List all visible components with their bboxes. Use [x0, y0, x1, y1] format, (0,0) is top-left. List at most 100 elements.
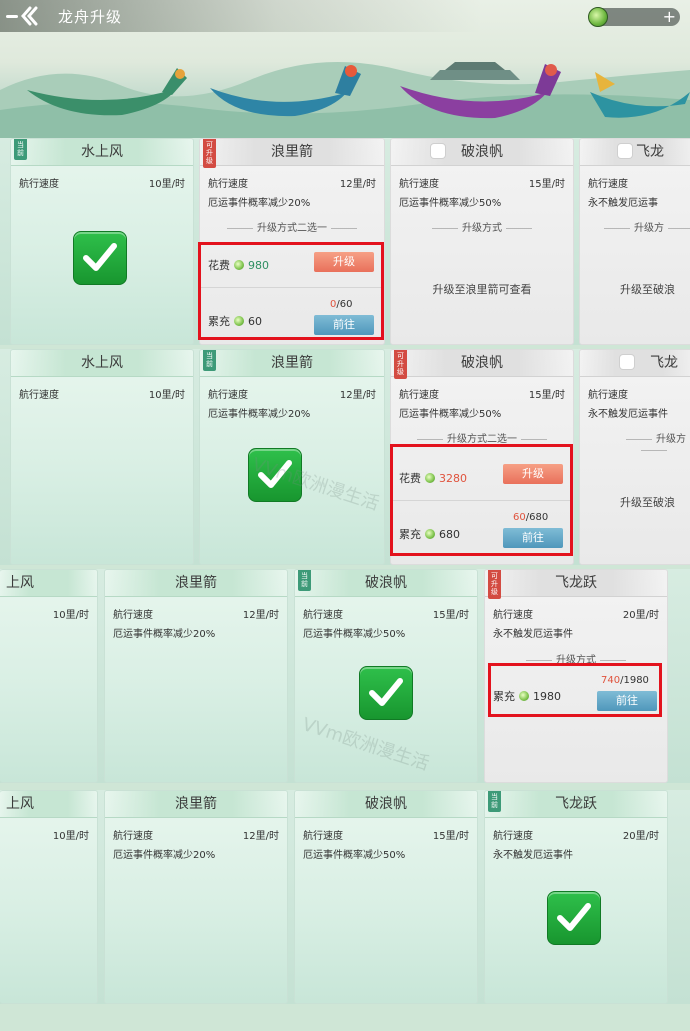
- card-title: 水上风: [11, 350, 193, 377]
- method-label: 升级方式二选一: [391, 430, 573, 445]
- speed-row: 航行速度 12里/时: [113, 827, 279, 842]
- card-title: 破浪帆: [295, 791, 477, 818]
- back-button[interactable]: [6, 4, 52, 28]
- panel-stage-3: 上风 10里/时 浪里箭 航行速度 12里/时 厄运事件概率减少20% 破浪帆 当…: [0, 569, 690, 783]
- card-langlijian[interactable]: 浪里箭 航行速度 12里/时 厄运事件概率减少20%: [104, 790, 288, 1004]
- speed-value: 15里/时: [432, 610, 469, 621]
- speed-label: 航行速度: [303, 610, 343, 621]
- method-label: 升级方: [600, 219, 690, 234]
- speed-label: 航行速度: [493, 610, 533, 621]
- panel-stage-4: 上风 10里/时 浪里箭 航行速度 12里/时 厄运事件概率减少20% 破浪帆 航…: [0, 790, 690, 1004]
- speed-label: 航行速度: [113, 610, 153, 621]
- speed-label: 航行速度: [588, 179, 628, 190]
- speed-value: 12里/时: [242, 831, 279, 842]
- lock-icon: [431, 144, 445, 158]
- speed-row: 航行速度 12里/时: [208, 175, 376, 190]
- speed-row: 航行速度 15里/时: [303, 606, 469, 621]
- card-title: 水上风: [11, 139, 193, 166]
- speed-value: 10里/时: [52, 610, 89, 621]
- card-polangfan[interactable]: 破浪帆 航行速度 15里/时 厄运事件概率减少50% 升级方式 升级至浪里箭可查看: [390, 138, 574, 345]
- card-feilong[interactable]: 飞龙 航行速度 永不触发厄运事 升级方 升级至破浪: [579, 138, 690, 345]
- card-title: 飞龙跃: [485, 570, 667, 597]
- boat-blue-art: [210, 65, 361, 117]
- lock-icon: [618, 144, 632, 158]
- locked-hint: 升级至破浪: [620, 496, 675, 509]
- speed-row: 航行速度 12里/时: [113, 606, 279, 621]
- effect-text: 永不触发厄运事: [588, 198, 658, 209]
- card-polangfan[interactable]: 破浪帆 航行速度 15里/时 厄运事件概率减少50%: [294, 790, 478, 1004]
- speed-value: 20里/时: [622, 831, 659, 842]
- speed-label: 航行速度: [208, 179, 248, 190]
- card-title: 浪里箭: [200, 350, 384, 377]
- menu-dash-icon: [6, 14, 18, 18]
- speed-value: 20里/时: [622, 610, 659, 621]
- boat-teal-art: [590, 72, 690, 118]
- speed-label: 航行速度: [399, 390, 439, 401]
- boat-purple-art: [400, 64, 561, 119]
- speed-row: 航行速度 10里/时: [19, 175, 185, 190]
- card-langlijian[interactable]: 浪里箭 当前 航行速度 12里/时 厄运事件概率减少20%: [199, 349, 385, 565]
- speed-row: 航行速度 15里/时: [303, 827, 469, 842]
- current-tag: 当前: [488, 791, 501, 812]
- resource-bar[interactable]: +: [588, 7, 680, 27]
- card-title: 浪里箭: [105, 791, 287, 818]
- card-title: 破浪帆: [295, 570, 477, 597]
- effect-text: 厄运事件概率减少20%: [113, 850, 216, 861]
- speed-label: 航行速度: [19, 179, 59, 190]
- card-shuishangfeng[interactable]: 上风 10里/时: [0, 569, 98, 783]
- card-title: 浪里箭: [200, 139, 384, 166]
- card-shuishangfeng[interactable]: 水上风 航行速度 10里/时: [10, 349, 194, 565]
- effect-text: 厄运事件概率减少20%: [208, 198, 311, 209]
- effect-text: 永不触发厄运事件: [588, 409, 668, 420]
- card-title: 上风: [0, 570, 97, 597]
- card-title: 上风: [0, 791, 97, 818]
- current-tag: 当前: [14, 139, 27, 160]
- plus-icon[interactable]: +: [663, 8, 676, 26]
- effect-text: 厄运事件概率减少20%: [208, 409, 311, 420]
- speed-row: 航行速度 10里/时: [19, 386, 185, 401]
- method-label: 升级方: [610, 430, 690, 456]
- back-arrow-icon: [21, 6, 38, 26]
- speed-value: 10里/时: [148, 179, 185, 190]
- speed-value: 15里/时: [432, 831, 469, 842]
- effect-text: 永不触发厄运事件: [493, 629, 573, 640]
- speed-label: 航行速度: [113, 831, 153, 842]
- highlight-box: [488, 663, 662, 717]
- check-icon: [73, 231, 127, 285]
- effect-text: 厄运事件概率减少20%: [113, 629, 216, 640]
- method-label: 升级方式二选一: [200, 219, 384, 234]
- speed-label: 航行速度: [303, 831, 343, 842]
- card-title: 破浪帆: [391, 139, 573, 166]
- speed-label: 航行速度: [493, 831, 533, 842]
- card-title: 飞龙: [580, 139, 690, 166]
- current-tag: 当前: [203, 350, 216, 371]
- card-title: 破浪帆: [391, 350, 573, 377]
- card-shuishangfeng[interactable]: 上风 10里/时: [0, 790, 98, 1004]
- upgradable-tag: 可升级: [203, 139, 216, 168]
- speed-row: 航行速度 12里/时: [208, 386, 376, 401]
- speed-row: 航行速度 20里/时: [493, 606, 659, 621]
- page-title: 龙舟升级: [58, 8, 123, 26]
- upgradable-tag: 可升级: [394, 350, 407, 379]
- locked-hint: 升级至浪里箭可查看: [432, 283, 532, 296]
- speed-value: 15里/时: [528, 179, 565, 190]
- card-feilong[interactable]: 飞龙 航行速度 永不触发厄运事件 升级方 升级至破浪: [579, 349, 690, 565]
- check-icon: [359, 666, 413, 720]
- speed-label: 航行速度: [19, 390, 59, 401]
- effect-text: 永不触发厄运事件: [493, 850, 573, 861]
- card-langlijian[interactable]: 浪里箭 航行速度 12里/时 厄运事件概率减少20%: [104, 569, 288, 783]
- speed-value: 10里/时: [52, 831, 89, 842]
- jade-coin-icon: [588, 7, 608, 27]
- speed-row: 航行速度 20里/时: [493, 827, 659, 842]
- card-title: 浪里箭: [105, 570, 287, 597]
- check-icon: [547, 891, 601, 945]
- speed-value: 12里/时: [339, 390, 376, 401]
- card-shuishangfeng[interactable]: 水上风 当前 航行速度 10里/时: [10, 138, 194, 345]
- current-tag: 当前: [298, 570, 311, 591]
- highlight-box: [198, 242, 384, 340]
- card-feilongyue[interactable]: 飞龙跃 当前 航行速度 20里/时 永不触发厄运事件: [484, 790, 668, 1004]
- effect-text: 厄运事件概率减少50%: [399, 409, 502, 420]
- speed-row: 航行速度 15里/时: [399, 175, 565, 190]
- speed-label: 航行速度: [208, 390, 248, 401]
- panel-stage-2: 水上风 航行速度 10里/时 浪里箭 当前 航行速度 12里/时 厄运事件概率减少2…: [0, 349, 690, 565]
